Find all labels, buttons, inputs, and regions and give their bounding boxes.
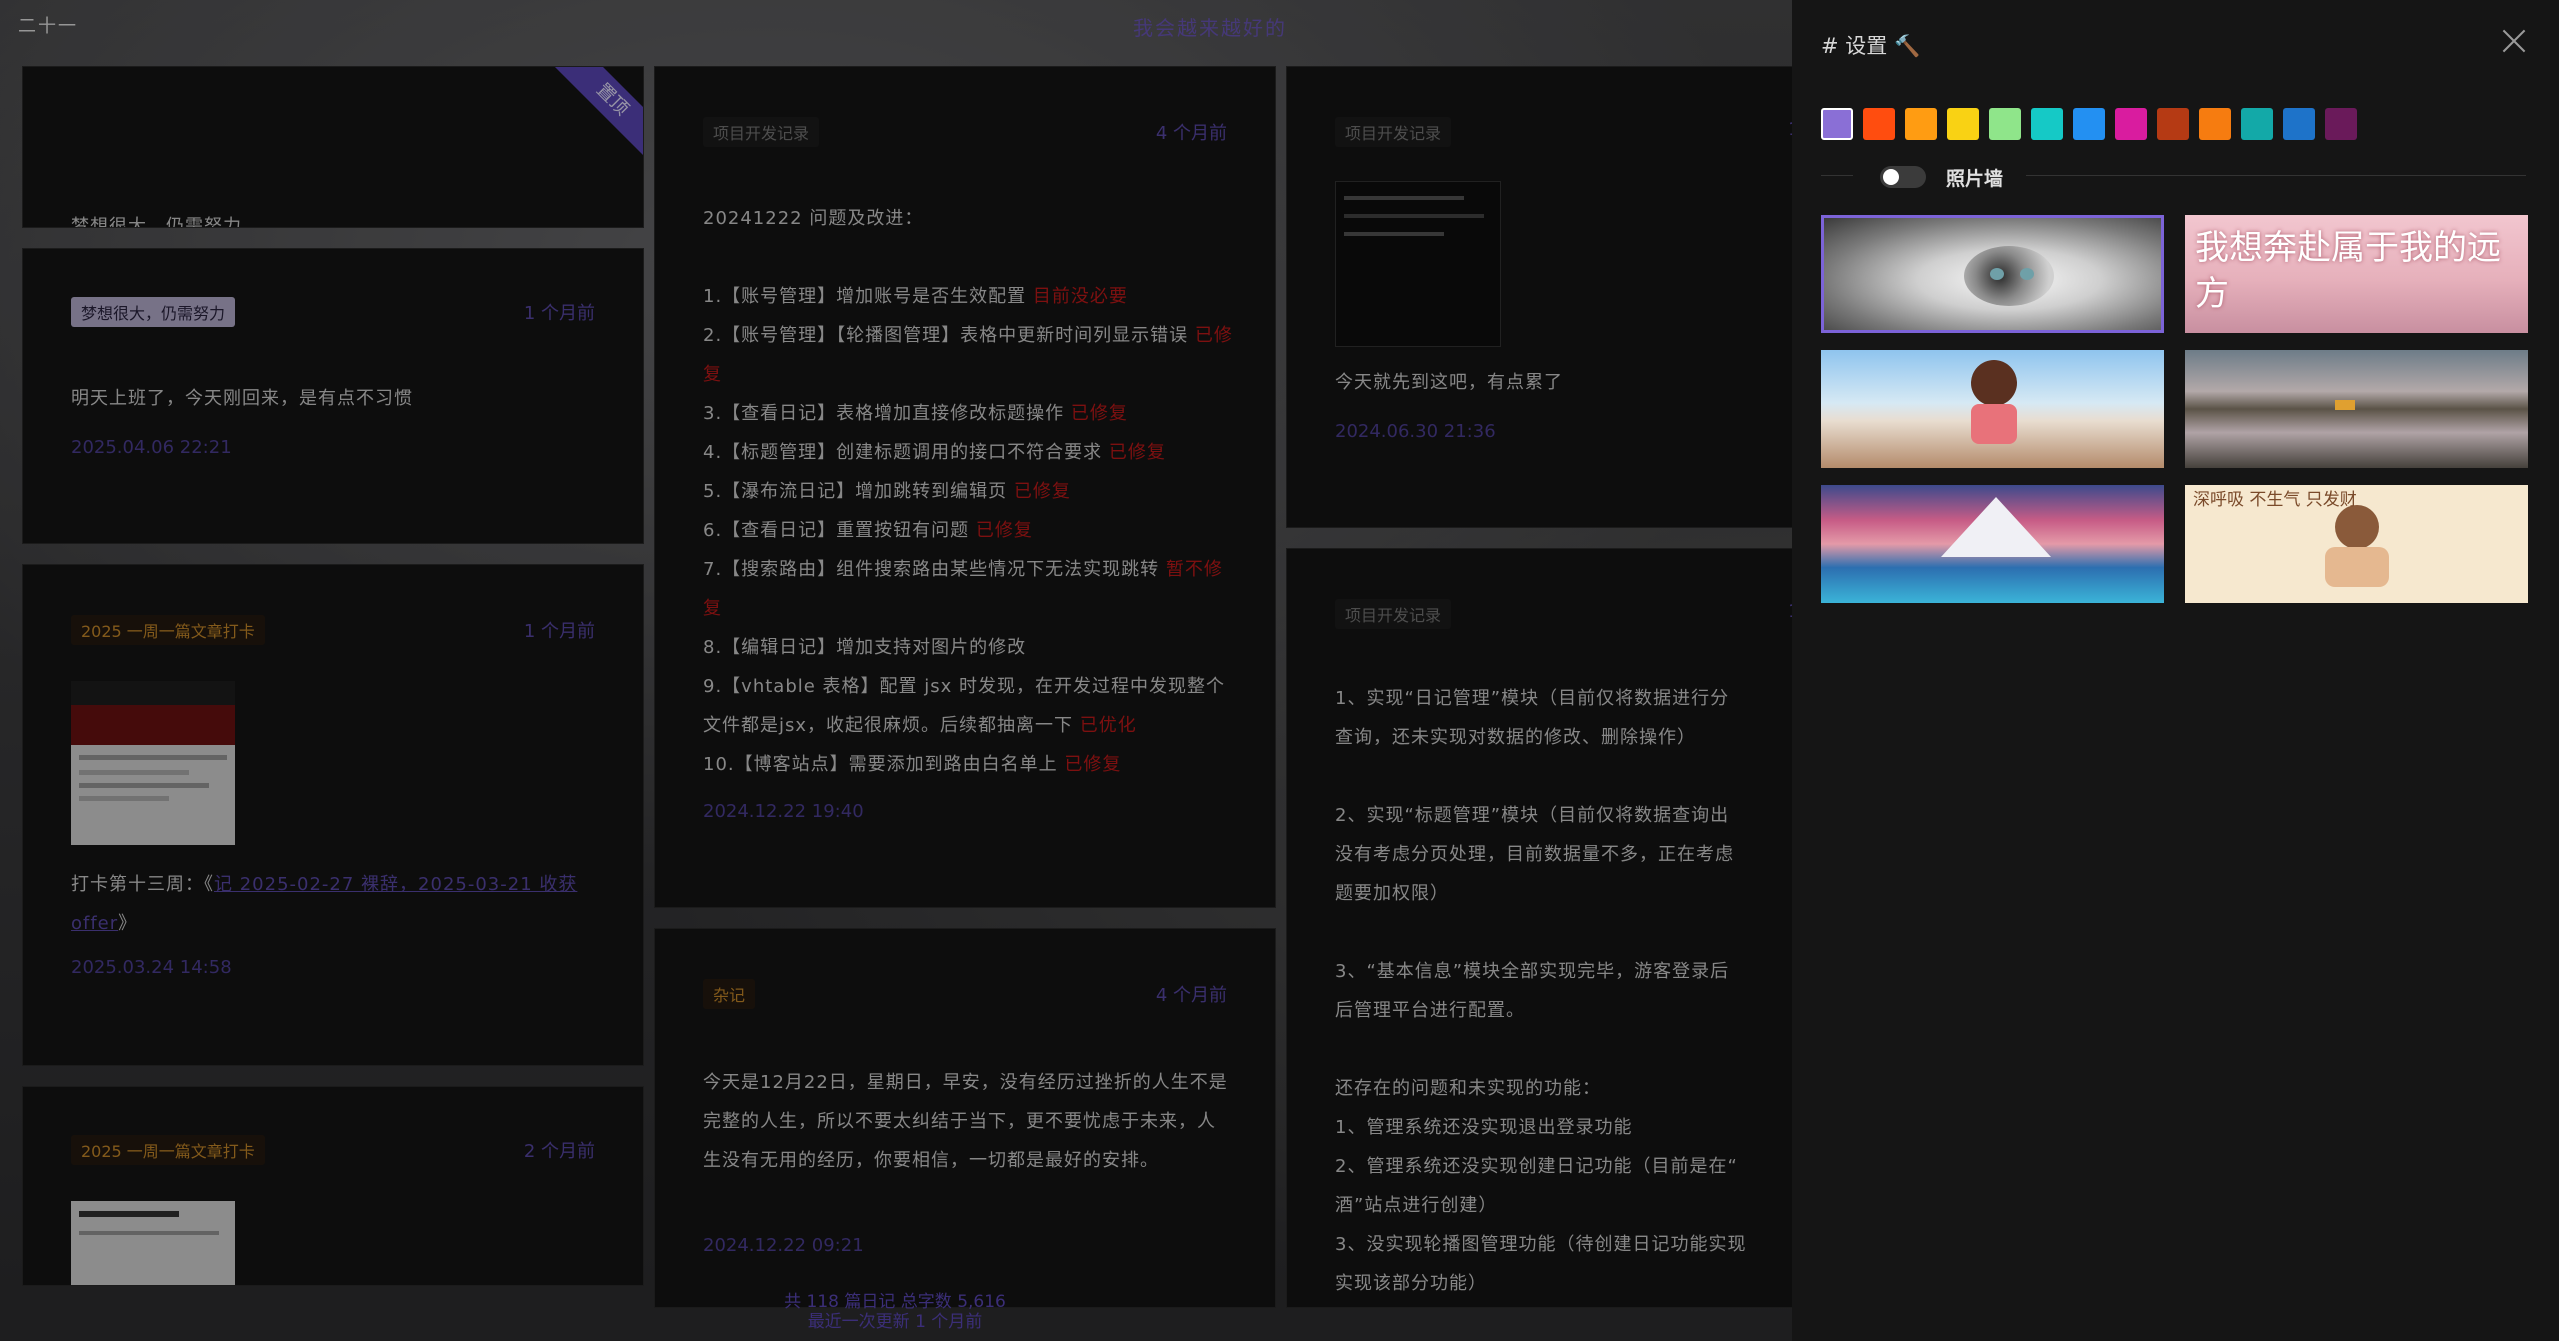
drawer-backdrop[interactable] [0, 0, 1792, 1341]
background-option-anime-girl[interactable] [1821, 350, 2164, 468]
cartoon-text: 深呼吸 不生气 只发财 [2193, 490, 2357, 510]
photo-wall-label: 照片墙 [1946, 168, 2004, 190]
theme-color-swatch[interactable] [1863, 108, 1895, 140]
close-icon[interactable] [2501, 28, 2527, 54]
toggle-knob [1883, 169, 1899, 185]
background-option-mountain-lake[interactable] [2185, 350, 2528, 468]
divider [1821, 175, 1853, 176]
theme-color-swatch[interactable] [2031, 108, 2063, 140]
background-option-cat[interactable] [1821, 215, 2164, 333]
settings-title: # 设置 🔨 [1821, 34, 1921, 58]
theme-color-swatch[interactable] [2199, 108, 2231, 140]
calligraphy-text: 我想奔赴属于我的远方 [2195, 228, 2501, 314]
background-option-pink-mountain[interactable] [1821, 485, 2164, 603]
divider [2026, 175, 2526, 176]
photo-wall-toggle[interactable] [1880, 166, 1926, 188]
theme-color-swatch[interactable] [2241, 108, 2273, 140]
background-option-calligraphy[interactable]: 我想奔赴属于我的远方 [2185, 215, 2528, 333]
theme-color-swatch[interactable] [2115, 108, 2147, 140]
theme-color-swatch[interactable] [2073, 108, 2105, 140]
theme-color-swatch[interactable] [2157, 108, 2189, 140]
theme-color-swatch[interactable] [1989, 108, 2021, 140]
theme-color-swatch[interactable] [1821, 108, 1853, 140]
theme-color-swatch[interactable] [1905, 108, 1937, 140]
theme-color-swatch[interactable] [2283, 108, 2315, 140]
theme-color-swatch[interactable] [1947, 108, 1979, 140]
settings-drawer: # 设置 🔨 照片墙 我想奔赴属于我的远方 深呼吸 不生气 只发财 [1792, 0, 2559, 1341]
theme-color-swatch[interactable] [2325, 108, 2357, 140]
background-option-cartoon-boy[interactable]: 深呼吸 不生气 只发财 [2185, 485, 2528, 603]
